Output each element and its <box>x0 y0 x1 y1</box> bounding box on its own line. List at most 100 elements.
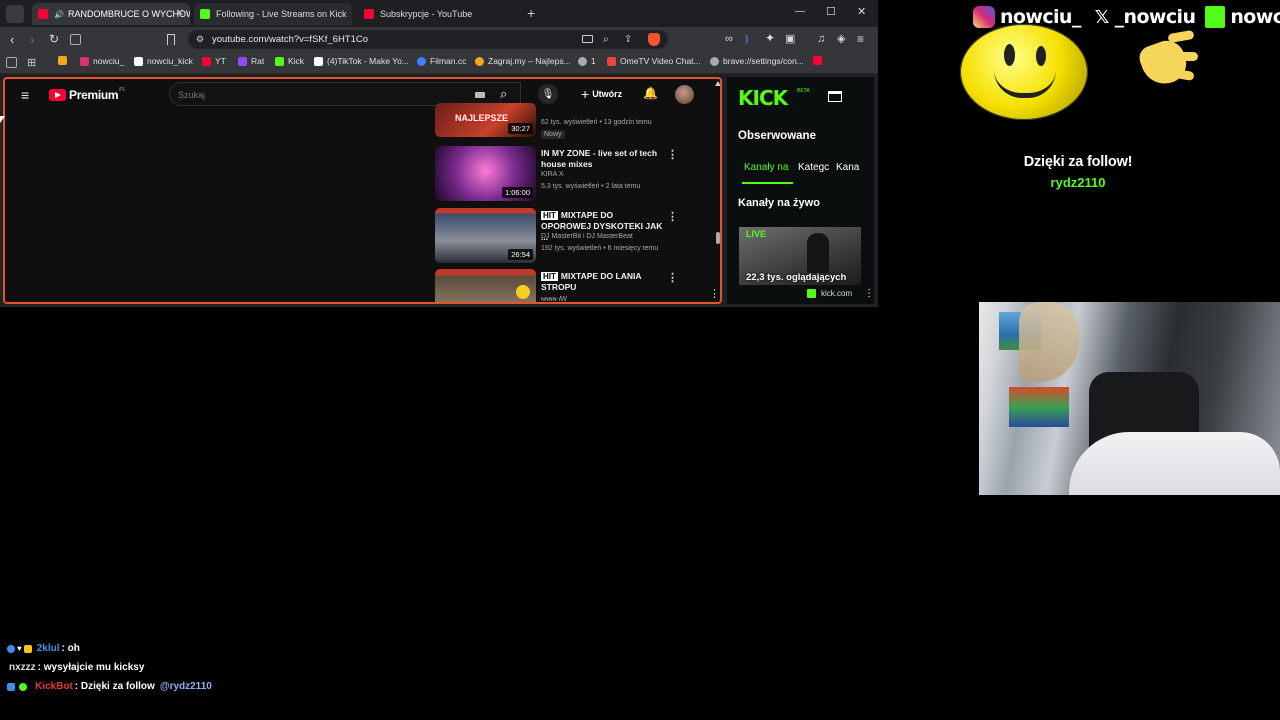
url-input[interactable]: ⚙ youtube.com/watch?v=fSKf_6HT1Co ⌕ ⇪ <box>188 30 668 49</box>
video-thumbnail[interactable]: 1:06:00 <box>435 146 536 201</box>
youtube-logo[interactable]: Premium PL <box>49 87 125 102</box>
maximize-button[interactable]: ☐ <box>826 5 836 18</box>
smiley-eye <box>1004 44 1015 66</box>
kick-icon <box>275 56 284 66</box>
bookmark-item[interactable]: (4)TikTok - Make Yo... <box>314 56 409 66</box>
video-title[interactable]: IN MY ZONE - live set of tech house mixe… <box>541 148 663 170</box>
bookmark-item[interactable] <box>813 56 826 65</box>
webcam-feed <box>979 302 1280 495</box>
brave-shield-icon[interactable] <box>648 33 660 46</box>
list-item[interactable]: HIT MIXTAPE DO LANIA STROPU ɴɴɴɴ-ꟿ ⋮ <box>435 269 705 302</box>
scroll-up-arrow-icon[interactable] <box>715 81 720 86</box>
voice-search-button[interactable]: 🎙 <box>538 84 558 104</box>
video-thumbnail[interactable]: 26:54 <box>435 208 536 263</box>
wallet-icon[interactable]: ▣ <box>785 33 795 46</box>
video-title[interactable]: HIT MIXTAPE DO LANIA STROPU <box>541 271 663 293</box>
twitch-icon <box>238 56 247 66</box>
mouse-cursor-icon <box>0 116 5 123</box>
new-tab-button[interactable]: + <box>527 5 535 21</box>
bookmark-item[interactable]: brave://settings/con... <box>710 56 804 66</box>
tab-search-button[interactable] <box>6 5 24 23</box>
bookmark-item[interactable] <box>58 56 71 65</box>
back-arrow-icon[interactable]: ‹ <box>10 33 14 46</box>
bookmark-item[interactable]: 1 <box>578 56 596 66</box>
rewards-icon[interactable]: ◈ <box>837 33 845 46</box>
bookmark-item[interactable]: nowciu_ <box>80 56 124 66</box>
chat-username[interactable]: 2klul <box>37 643 60 654</box>
video-meta: 5,3 tys. wyświetleń • 2 lata temu <box>541 183 641 190</box>
bookmarks-bar: ⊞ nowciu_ nowciu_kick YT Rat Kick (4)Tik… <box>0 52 878 74</box>
logo-text: Premium <box>69 88 119 102</box>
close-window-button[interactable]: ✕ <box>857 5 866 18</box>
media-icon[interactable]: ♫ <box>817 33 825 46</box>
chat-mention[interactable]: @rydz2110 <box>160 681 212 692</box>
bookmark-icon[interactable] <box>167 34 175 45</box>
vpn-icon[interactable]: ∞ <box>725 33 733 46</box>
x-icon: 𝕏 <box>1094 6 1110 28</box>
list-item[interactable]: 26:54 HIT MIXTAPE DO OPOROWEJ DYSKOTEKI J… <box>435 208 705 268</box>
video-thumbnail[interactable]: NAJLEPSZE 30:27 <box>435 103 536 137</box>
tab-channels[interactable]: Kana <box>836 162 866 173</box>
apps-icon[interactable] <box>6 57 17 68</box>
notifications-bell-icon[interactable]: 🔔 <box>643 86 658 100</box>
keyboard-icon[interactable] <box>475 92 485 98</box>
list-item[interactable]: 1:06:00 IN MY ZONE - live set of tech ho… <box>435 146 705 206</box>
chat-username[interactable]: KickBot <box>35 681 73 692</box>
bookmark-item[interactable]: OmeTV Video Chat... <box>607 56 701 66</box>
instagram-icon <box>973 6 995 28</box>
menu-icon[interactable]: ≡ <box>857 33 864 46</box>
chat-username[interactable]: nxzzz <box>9 662 36 673</box>
tab-bar: 🔊 RANDOMBRUCE O WYCHOW... ✕ Following - … <box>0 0 878 27</box>
webcam-shelf <box>1009 387 1069 427</box>
bookmark-item[interactable]: YT <box>202 56 226 66</box>
tab-close-icon[interactable]: ✕ <box>176 8 184 19</box>
sidebar-more-icon[interactable]: ⋮ <box>709 287 720 300</box>
sidebar-toggle-icon[interactable] <box>70 34 81 45</box>
channel-name[interactable]: DJ MasterBit i DJ MasterBeat <box>541 233 633 240</box>
search-input[interactable] <box>178 87 458 102</box>
more-options-icon[interactable]: ⋮ <box>667 148 678 161</box>
address-bar: ‹ › ↻ ⚙ youtube.com/watch?v=fSKf_6HT1Co … <box>0 27 878 52</box>
minimize-button[interactable]: — <box>795 6 805 17</box>
hamburger-menu-icon[interactable]: ≡ <box>21 87 29 103</box>
bookmark-item[interactable]: nowciu_kick <box>134 56 193 66</box>
share-icon[interactable]: ⇪ <box>624 30 632 49</box>
tab-youtube-video[interactable]: 🔊 RANDOMBRUCE O WYCHOW... ✕ <box>32 3 190 25</box>
tab-groups-icon[interactable]: ⊞ <box>27 56 36 69</box>
forward-arrow-icon[interactable]: › <box>30 33 34 46</box>
channel-name[interactable]: ɴɴɴɴ-ꟿ <box>541 295 567 302</box>
scrollbar[interactable] <box>714 79 720 302</box>
tab-kick-following[interactable]: Following - Live Streams on Kick <box>194 3 352 25</box>
zoom-icon[interactable]: ⌕ <box>603 30 609 49</box>
translate-icon[interactable]: ⦆ <box>745 33 749 46</box>
live-stream-card[interactable]: LIVE 22,3 tys. oglądających <box>739 227 861 285</box>
scrollbar-thumb[interactable] <box>716 232 720 244</box>
bookmark-item[interactable]: Filman.cc <box>417 56 466 66</box>
ometv-icon <box>607 56 616 66</box>
bookmark-item[interactable]: Kick <box>275 56 304 66</box>
bookmark-item[interactable]: Rat <box>238 56 264 66</box>
more-options-icon[interactable]: ⋮ <box>667 271 678 284</box>
extensions-icon[interactable]: ✦ <box>765 32 775 45</box>
tab-categories[interactable]: Kategc <box>798 162 832 173</box>
tab-live-channels[interactable]: Kanały na <box>744 162 788 173</box>
tab-youtube-subscriptions[interactable]: Subskrypcje - YouTube <box>358 3 516 25</box>
crown-badge-icon <box>23 644 32 653</box>
more-options-icon[interactable]: ⋮ <box>864 288 874 299</box>
reload-icon[interactable]: ↻ <box>49 33 59 46</box>
search-icon[interactable]: ⌕ <box>500 86 507 102</box>
open-panel-icon[interactable] <box>828 91 842 102</box>
create-button[interactable]: + Utwórz <box>575 84 628 104</box>
avatar[interactable] <box>675 85 694 104</box>
video-duration: 30:27 <box>508 123 533 134</box>
kick-handle: nowciu <box>1230 6 1280 28</box>
kick-logo[interactable]: KICK <box>738 86 788 110</box>
hit-logo: HIT <box>541 211 558 220</box>
site-info-icon[interactable]: ⚙ <box>196 30 204 49</box>
cast-icon[interactable] <box>582 35 593 43</box>
channel-name[interactable]: KIRA X <box>541 171 564 178</box>
bookmark-item[interactable]: Zagraj.my – Najleps... <box>475 56 571 66</box>
video-thumbnail[interactable] <box>435 269 536 302</box>
more-options-icon[interactable]: ⋮ <box>667 210 678 223</box>
waving-hand-graphic <box>1128 22 1200 94</box>
